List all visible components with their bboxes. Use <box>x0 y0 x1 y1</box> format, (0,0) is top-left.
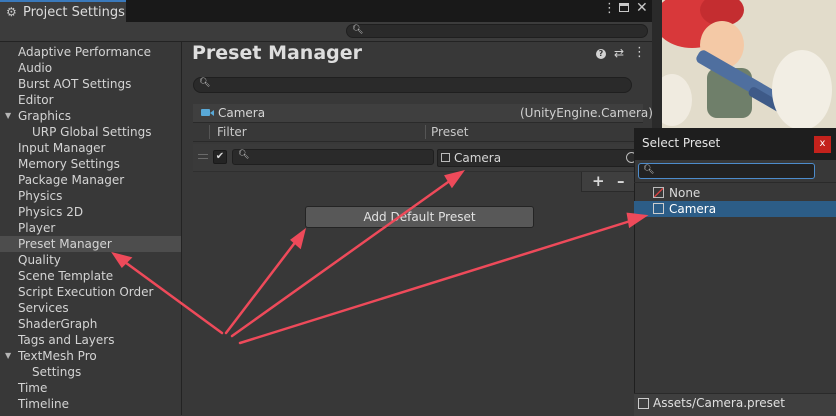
help-icon[interactable]: ? <box>596 49 606 59</box>
sidebar-item[interactable]: Settings <box>0 364 181 380</box>
search-icon: 🔍︎ <box>238 150 250 160</box>
none-icon <box>653 187 664 198</box>
sidebar-item[interactable]: ShaderGraph <box>0 316 181 332</box>
column-divider <box>209 125 210 139</box>
sidebar-item-label: Scene Template <box>18 269 114 283</box>
sidebar-item-label: Input Manager <box>18 141 106 155</box>
sidebar-item[interactable]: URP Global Settings <box>0 124 181 140</box>
sidebar-item-label: Audio <box>18 61 53 75</box>
popup-title: Select Preset <box>642 136 721 150</box>
sidebar-item-label: Quality <box>18 253 61 267</box>
search-icon: 🔍︎ <box>643 165 655 175</box>
sidebar-item-label: Physics 2D <box>18 205 84 219</box>
preset-icon <box>638 398 649 409</box>
sidebar-item[interactable]: Input Manager <box>0 140 181 156</box>
popup-item-none[interactable] <box>634 185 836 201</box>
sidebar-item-label: Player <box>18 221 56 235</box>
settings-search-input[interactable]: 🔍︎ <box>346 24 648 38</box>
camera-icon <box>201 109 210 116</box>
search-icon: 🔍︎ <box>199 78 211 88</box>
sidebar-item-label: TextMesh Pro <box>18 349 97 363</box>
popup-item-camera[interactable] <box>634 201 836 217</box>
popup-divider <box>634 182 836 183</box>
filter-column-label: Filter <box>217 125 247 139</box>
sidebar-item[interactable]: Adaptive Performance <box>0 44 181 60</box>
panel-menu-icon[interactable]: ⋮ <box>633 45 646 60</box>
sidebar-item-label: Tags and Layers <box>18 333 115 347</box>
sidebar-item[interactable]: Physics 2D <box>0 204 181 220</box>
add-default-preset-button[interactable]: Add Default Preset <box>305 206 534 228</box>
sliders-icon[interactable]: ⇄ <box>614 46 624 60</box>
expand-triangle-icon[interactable]: ▼ <box>5 108 11 124</box>
sidebar-item-label: Timeline <box>18 397 70 411</box>
sidebar-item[interactable]: ▼ TextMesh Pro <box>0 348 181 364</box>
sidebar-item[interactable]: Package Manager <box>0 172 181 188</box>
sidebar-item-label: Settings <box>32 365 82 379</box>
preset-column-label: Preset <box>431 125 469 139</box>
component-name: Camera <box>218 106 266 120</box>
popup-item-label: None <box>669 186 701 200</box>
sidebar-item[interactable]: Burst AOT Settings <box>0 76 181 92</box>
popup-item-label: Camera <box>669 202 717 216</box>
sidebar-item[interactable]: Time <box>0 380 181 396</box>
preset-object-field[interactable]: Camera <box>437 149 637 167</box>
enabled-checkbox[interactable]: ✔ <box>213 150 227 164</box>
sidebar-item[interactable]: Script Execution Order <box>0 284 181 300</box>
sidebar-item-label: Adaptive Performance <box>18 45 151 59</box>
remove-row-button[interactable]: – <box>617 172 625 190</box>
popup-close-button[interactable]: x <box>814 136 831 153</box>
gear-icon: ⚙ <box>6 5 17 19</box>
sidebar-item[interactable]: Services <box>0 300 181 316</box>
sidebar-item-label: Burst AOT Settings <box>18 77 132 91</box>
sidebar-item[interactable]: Memory Settings <box>0 156 181 172</box>
preset-search-input[interactable]: 🔍︎ <box>193 77 632 93</box>
sidebar-item[interactable]: Scene Template <box>0 268 181 284</box>
sidebar-item-label: Memory Settings <box>18 157 120 171</box>
preset-icon <box>653 203 664 214</box>
filter-field[interactable]: 🔍︎ <box>232 149 434 165</box>
sidebar-item-label: Script Execution Order <box>18 285 154 299</box>
maximize-icon[interactable] <box>619 3 629 12</box>
background-artwork <box>652 0 836 130</box>
column-header <box>193 123 643 142</box>
sidebar-item-label: URP Global Settings <box>32 125 152 139</box>
popup-search-input[interactable]: 🔍︎ <box>638 163 815 179</box>
sidebar-item-label: Package Manager <box>18 173 125 187</box>
column-divider <box>425 125 426 139</box>
sidebar-item[interactable]: Quality <box>0 252 181 268</box>
sidebar-item[interactable]: Timeline <box>0 396 181 412</box>
sidebar-item[interactable]: ▼ Graphics <box>0 108 181 124</box>
drag-handle-icon[interactable] <box>198 154 208 159</box>
sidebar-item[interactable]: Preset Manager <box>0 236 181 252</box>
window-menu-icon[interactable]: ⋮ <box>603 1 616 16</box>
sidebar-item[interactable]: Physics <box>0 188 181 204</box>
expand-triangle-icon[interactable]: ▼ <box>5 348 11 364</box>
search-icon: 🔍︎ <box>352 25 364 35</box>
sidebar-item[interactable]: Player <box>0 220 181 236</box>
component-type: (UnityEngine.Camera) <box>520 106 653 120</box>
sidebar-item[interactable]: Tags and Layers <box>0 332 181 348</box>
sidebar-item[interactable]: Editor <box>0 92 181 108</box>
camera-icon-lens <box>210 110 214 116</box>
close-icon[interactable]: ✕ <box>636 0 648 16</box>
sidebar-item[interactable]: Audio <box>0 60 181 76</box>
sidebar-item-label: Time <box>18 381 48 395</box>
tab-title: Project Settings <box>23 5 125 20</box>
preset-icon <box>441 153 450 162</box>
preset-value: Camera <box>454 151 502 165</box>
main-panel <box>182 42 652 415</box>
tab-project-settings[interactable]: ⚙ Project Settings <box>0 0 126 22</box>
sidebar-item-label: Services <box>18 301 69 315</box>
sidebar-item-label: Editor <box>18 93 54 107</box>
preset-path: Assets/Camera.preset <box>653 396 786 410</box>
sidebar-item-label: Physics <box>18 189 63 203</box>
sidebar-item-label: ShaderGraph <box>18 317 98 331</box>
page-title: Preset Manager <box>192 42 363 64</box>
sidebar-item-label: Graphics <box>18 109 71 123</box>
sidebar-item-label: Preset Manager <box>18 237 112 251</box>
add-row-button[interactable]: + <box>592 172 605 190</box>
